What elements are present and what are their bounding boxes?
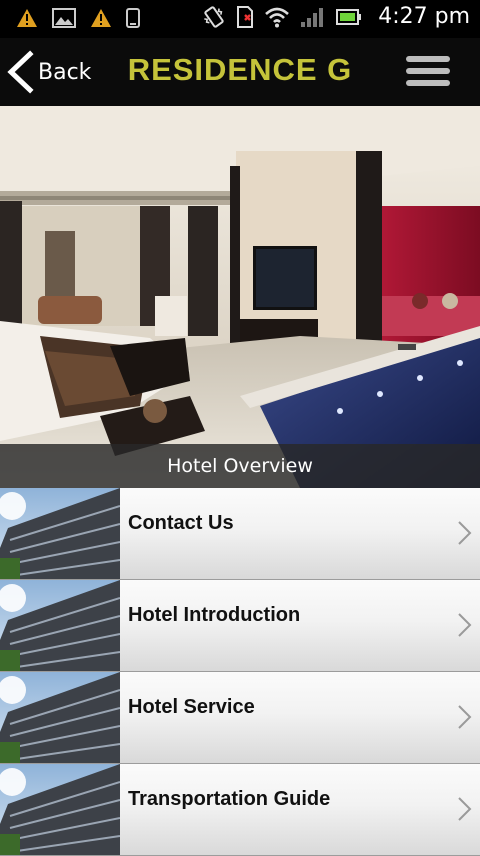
- signal-icon: [300, 6, 326, 28]
- app-header: Back RESIDENCE G: [0, 38, 480, 106]
- list-item-label: Hotel Service: [128, 696, 255, 718]
- hotel-room-image: [0, 106, 480, 488]
- wifi-icon: [264, 6, 290, 28]
- list-item-label: Contact Us: [128, 512, 234, 534]
- chevron-left-icon: [6, 50, 34, 94]
- no-sim-icon: [236, 5, 254, 28]
- hotel-overview-caption[interactable]: Hotel Overview: [0, 444, 480, 488]
- chevron-right-icon: [456, 704, 472, 730]
- chevron-right-icon: [456, 612, 472, 638]
- list-item-hotel-service[interactable]: Hotel Service: [0, 672, 480, 764]
- building-thumbnail: [0, 488, 120, 579]
- building-thumbnail: [0, 580, 120, 671]
- list-item-label: Transportation Guide: [128, 788, 331, 810]
- status-bar: 4:27 pm: [0, 0, 480, 38]
- vibrate-icon: [202, 5, 226, 29]
- hamburger-menu-icon[interactable]: [406, 56, 450, 88]
- chevron-right-icon: [456, 520, 472, 546]
- list-item-contact-us[interactable]: Contact Us: [0, 488, 480, 580]
- building-thumbnail: [0, 764, 120, 855]
- chevron-right-icon: [456, 796, 472, 822]
- back-label: Back: [38, 59, 92, 85]
- warning-icon: [16, 8, 38, 28]
- list-item-label: Hotel Introduction: [128, 604, 301, 626]
- clock: 4:27 pm: [378, 4, 470, 29]
- building-thumbnail: [0, 672, 120, 763]
- battery-icon: [336, 8, 362, 26]
- list-item-transportation-guide[interactable]: Transportation Guide: [0, 764, 480, 856]
- list-item-hotel-introduction[interactable]: Hotel Introduction: [0, 580, 480, 672]
- image-icon: [52, 8, 76, 28]
- warning-icon: [90, 8, 112, 28]
- phone-icon: [126, 8, 140, 28]
- back-button[interactable]: Back: [6, 48, 91, 96]
- menu-list: Contact Us Hotel Introduction Hotel Serv…: [0, 488, 480, 856]
- hotel-room-photo: Hotel Overview: [0, 106, 480, 488]
